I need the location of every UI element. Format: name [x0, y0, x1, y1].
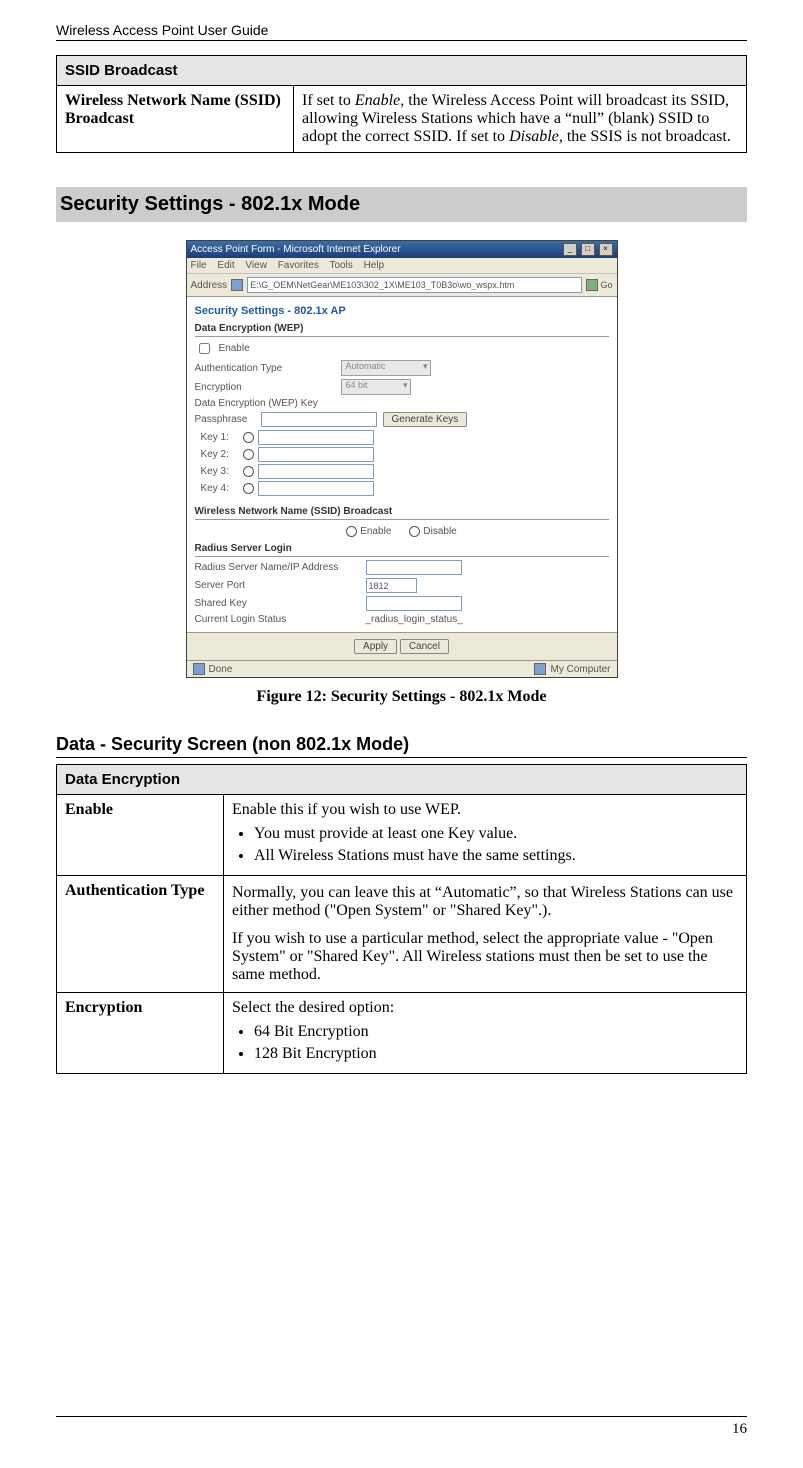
key4-radio	[243, 483, 254, 494]
menu-help: Help	[364, 260, 385, 271]
minimize-icon: _	[563, 243, 577, 256]
menu-view: View	[245, 260, 267, 271]
table1-row-label: Wireless Network Name (SSID) Broadcast	[57, 86, 294, 153]
table1-header: SSID Broadcast	[57, 56, 747, 86]
radius-server-name-input	[366, 560, 462, 575]
address-label: Address	[191, 280, 228, 291]
running-header: Wireless Access Point User Guide	[56, 22, 747, 41]
menu-file: File	[191, 260, 207, 271]
go-button: Go	[586, 279, 612, 291]
maximize-icon: □	[581, 243, 595, 256]
wep-key-label: Data Encryption (WEP) Key	[195, 398, 318, 409]
menu-edit: Edit	[217, 260, 234, 271]
key1-radio	[243, 432, 254, 443]
group-radius-login: Radius Server Login	[195, 543, 609, 557]
key1-label: Key 1:	[201, 432, 239, 443]
key2-input	[258, 447, 374, 462]
window-title-text: Access Point Form - Microsoft Internet E…	[191, 244, 401, 255]
enable-row-label: Enable	[57, 795, 224, 876]
encryption-select: 64 bit	[341, 379, 411, 395]
radius-server-name-label: Radius Server Name/IP Address	[195, 562, 360, 573]
radio-icon	[346, 526, 357, 537]
server-port-label: Server Port	[195, 580, 360, 591]
menu-tools: Tools	[329, 260, 352, 271]
encryption-label: Encryption	[195, 382, 335, 393]
data-encryption-table: Data Encryption Enable Enable this if yo…	[56, 764, 747, 1074]
passphrase-input	[261, 412, 377, 427]
table-row: Encryption Select the desired option: 64…	[57, 993, 747, 1074]
login-status-label: Current Login Status	[195, 614, 360, 625]
form-title: Security Settings - 802.1x AP	[195, 305, 609, 317]
page-footer: 16	[56, 1416, 747, 1438]
menubar: File Edit View Favorites Tools Help	[187, 258, 617, 274]
security-settings-heading: Security Settings - 802.1x Mode	[56, 187, 747, 222]
table-row: Wireless Network Name (SSID) Broadcast I…	[57, 86, 747, 153]
figure-caption: Figure 12: Security Settings - 802.1x Mo…	[56, 688, 747, 706]
server-port-input	[366, 578, 417, 593]
list-item: All Wireless Stations must have the same…	[254, 847, 738, 865]
page-icon	[231, 279, 243, 291]
auth-type-select: Automatic	[341, 360, 431, 376]
auth-row-label: Authentication Type	[57, 876, 224, 993]
done-icon	[193, 663, 205, 675]
ssid-broadcast-table: SSID Broadcast Wireless Network Name (SS…	[56, 55, 747, 153]
table1-row-desc: If set to Enable, the Wireless Access Po…	[294, 86, 747, 153]
cancel-button: Cancel	[400, 639, 449, 654]
enable-row-desc: Enable this if you wish to use WEP. You …	[224, 795, 747, 876]
group-data-encryption: Data Encryption (WEP)	[195, 323, 609, 337]
shared-key-label: Shared Key	[195, 598, 360, 609]
menu-favorites: Favorites	[278, 260, 319, 271]
key1-input	[258, 430, 374, 445]
enable-checkbox	[199, 343, 210, 354]
table-row: Authentication Type Normally, you can le…	[57, 876, 747, 993]
data-security-heading: Data - Security Screen (non 802.1x Mode)	[56, 734, 747, 758]
page-number: 16	[732, 1421, 747, 1437]
apply-button: Apply	[354, 639, 397, 654]
generate-keys-button: Generate Keys	[383, 412, 468, 427]
status-done: Done	[209, 664, 233, 675]
zone-icon	[534, 663, 546, 675]
key4-input	[258, 481, 374, 496]
key2-label: Key 2:	[201, 449, 239, 460]
passphrase-label: Passphrase	[195, 414, 255, 425]
key4-label: Key 4:	[201, 483, 239, 494]
ie-window: Access Point Form - Microsoft Internet E…	[186, 240, 618, 678]
key2-radio	[243, 449, 254, 460]
list-item: 64 Bit Encryption	[254, 1023, 738, 1041]
login-status-value: _radius_login_status_	[366, 614, 463, 625]
auth-type-label: Authentication Type	[195, 363, 335, 374]
ssid-enable-option: Enable	[346, 526, 391, 537]
list-item: 128 Bit Encryption	[254, 1045, 738, 1063]
close-icon: ×	[599, 243, 613, 256]
key3-radio	[243, 466, 254, 477]
enc-row-label: Encryption	[57, 993, 224, 1074]
window-titlebar: Access Point Form - Microsoft Internet E…	[187, 241, 617, 258]
key3-input	[258, 464, 374, 479]
ssid-disable-option: Disable	[409, 526, 456, 537]
group-ssid-broadcast: Wireless Network Name (SSID) Broadcast	[195, 506, 609, 520]
enable-label: Enable	[219, 343, 250, 354]
screenshot-figure: Access Point Form - Microsoft Internet E…	[56, 240, 747, 678]
list-item: You must provide at least one Key value.	[254, 825, 738, 843]
radio-icon	[409, 526, 420, 537]
go-icon	[586, 279, 598, 291]
table2-header: Data Encryption	[57, 765, 747, 795]
enc-row-desc: Select the desired option: 64 Bit Encryp…	[224, 993, 747, 1074]
auth-row-desc: Normally, you can leave this at “Automat…	[224, 876, 747, 993]
status-zone: My Computer	[550, 664, 610, 675]
key3-label: Key 3:	[201, 466, 239, 477]
shared-key-input	[366, 596, 462, 611]
address-input	[247, 277, 582, 293]
table-row: Enable Enable this if you wish to use WE…	[57, 795, 747, 876]
